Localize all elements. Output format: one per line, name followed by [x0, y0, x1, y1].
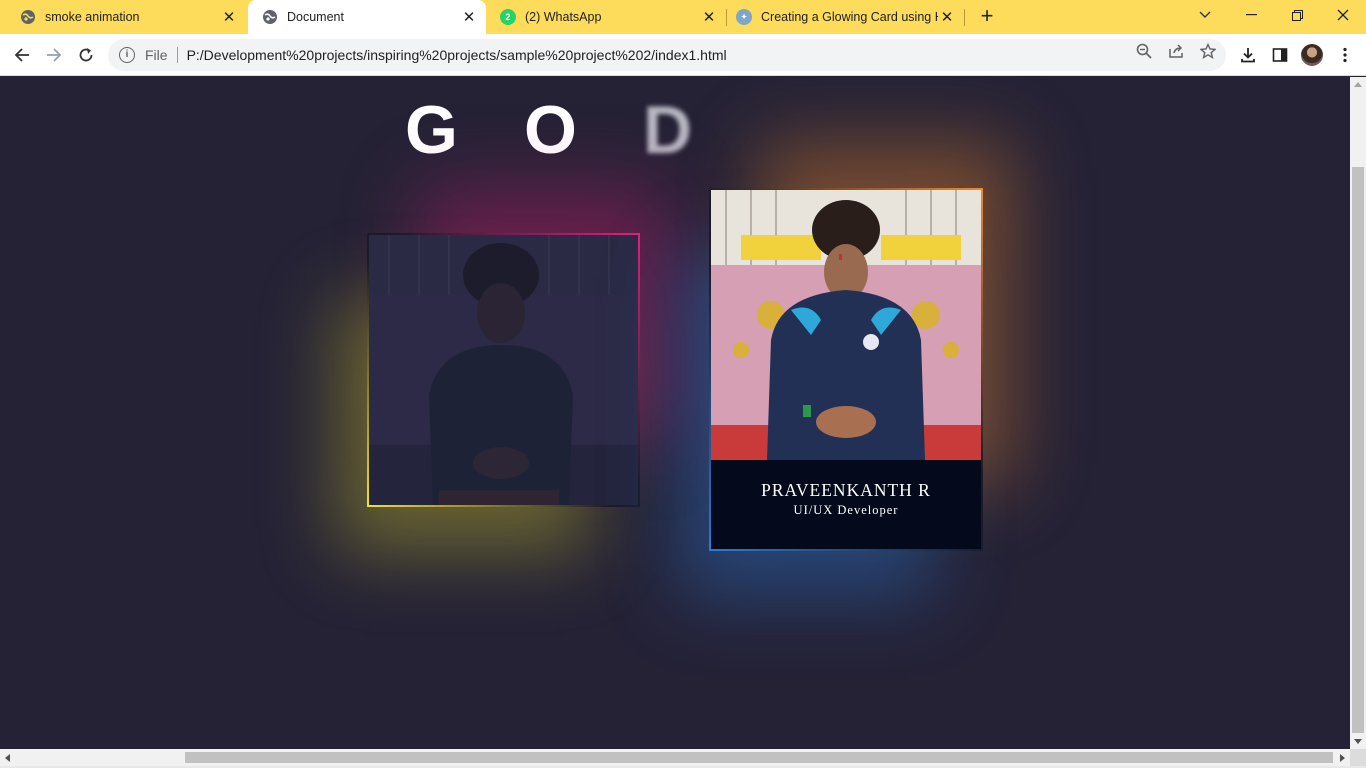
tab-strip: smoke animation ✕ Document ✕ 2 (2) Whats… [0, 0, 1366, 34]
scroll-right-icon[interactable] [1340, 754, 1345, 762]
scrollbar-thumb[interactable] [1352, 167, 1364, 733]
tab-separator [964, 9, 965, 26]
tab-title: Creating a Glowing Card using H [761, 10, 938, 24]
scroll-down-icon[interactable] [1354, 739, 1362, 744]
profile-avatar[interactable] [1301, 44, 1323, 66]
restore-icon [1291, 9, 1303, 21]
card-caption: PRAVEENKANTH R UI/UX Developer [711, 460, 981, 549]
close-icon[interactable]: ✕ [938, 8, 956, 26]
browser-toolbar: i File P:/Development%20projects/inspiri… [0, 34, 1366, 76]
card-photo [711, 190, 981, 460]
close-icon[interactable]: ✕ [220, 8, 238, 26]
profile-card[interactable]: PRAVEENKANTH R UI/UX Developer [709, 188, 983, 551]
portrait-photo [711, 190, 981, 460]
arrow-left-icon [14, 48, 29, 62]
heading-letter: D [643, 92, 693, 168]
scroll-up-icon[interactable] [1354, 82, 1362, 87]
address-bar[interactable]: i File P:/Development%20projects/inspiri… [108, 39, 1226, 71]
site-icon: ✦ [736, 9, 752, 25]
whatsapp-icon: 2 [500, 9, 516, 25]
new-tab-button[interactable]: + [975, 5, 999, 29]
reload-button[interactable] [71, 40, 101, 70]
reload-icon [79, 48, 93, 62]
minimize-icon [1245, 14, 1257, 16]
arrow-right-icon [47, 48, 62, 62]
scroll-left-icon[interactable] [5, 754, 10, 762]
vertical-scrollbar[interactable] [1350, 77, 1366, 749]
profile-card-dimmed[interactable] [367, 233, 640, 507]
close-icon [1337, 9, 1349, 21]
menu-kebab-icon[interactable] [1335, 45, 1355, 65]
globe-icon [20, 9, 36, 25]
chevron-down-icon [1199, 11, 1211, 18]
portrait-photo [369, 235, 638, 505]
heading-letter: O [524, 92, 577, 168]
scrollbar-thumb[interactable] [185, 752, 1333, 763]
url-text[interactable]: P:/Development%20projects/inspiring%20pr… [187, 47, 727, 63]
page-viewport: G O D PRAVEENKANTH R UI/UX Developer [0, 77, 1350, 749]
share-icon[interactable] [1167, 42, 1185, 60]
close-window-button[interactable] [1320, 0, 1366, 30]
tab-whatsapp[interactable]: 2 (2) WhatsApp ✕ [486, 0, 726, 34]
card-photo [369, 235, 638, 505]
zoom-icon[interactable] [1135, 42, 1153, 60]
scheme-label: File [145, 47, 168, 63]
close-icon[interactable]: ✕ [460, 8, 478, 26]
horizontal-scrollbar[interactable] [0, 749, 1350, 766]
globe-icon [262, 9, 278, 25]
side-panel-icon[interactable] [1270, 45, 1290, 65]
tab-document[interactable]: Document ✕ [248, 0, 486, 34]
restore-button[interactable] [1274, 0, 1320, 30]
card-name: PRAVEENKANTH R [761, 480, 931, 500]
info-icon[interactable]: i [119, 47, 135, 63]
download-icon[interactable] [1238, 45, 1258, 65]
heading-letter: G [405, 92, 458, 168]
forward-button[interactable] [39, 40, 69, 70]
bookmark-star-icon[interactable] [1199, 42, 1217, 60]
card-role: UI/UX Developer [793, 503, 899, 517]
page-heading: G O D [0, 91, 1350, 171]
close-icon[interactable]: ✕ [700, 8, 718, 26]
divider [176, 47, 178, 63]
minimize-button[interactable] [1228, 0, 1274, 30]
tab-search-button[interactable] [1182, 0, 1228, 30]
tab-title: Document [287, 10, 344, 24]
back-button[interactable] [7, 40, 37, 70]
tab-glowing-card[interactable]: ✦ Creating a Glowing Card using H ✕ [722, 0, 964, 34]
tab-smoke-animation[interactable]: smoke animation ✕ [6, 0, 246, 34]
tab-title: (2) WhatsApp [525, 10, 602, 24]
tab-title: smoke animation [45, 10, 140, 24]
